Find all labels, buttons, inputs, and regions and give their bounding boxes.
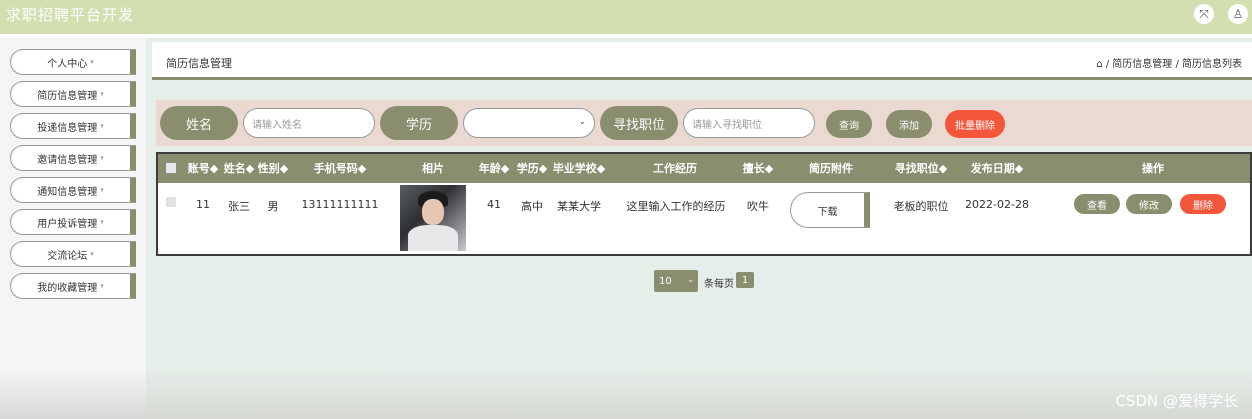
breadcrumb: ⌂ / 简历信息管理 / 简历信息列表	[1096, 59, 1242, 70]
add-button[interactable]: 添加	[886, 110, 932, 138]
select-all-checkbox[interactable]	[166, 163, 176, 173]
chevron-down-icon: ⌄	[687, 275, 694, 284]
cell-date: 2022-02-28	[965, 198, 1029, 211]
chevron-down-icon: ⌄	[578, 117, 586, 127]
sidebar: 个人中心 ▾ 简历信息管理 ▾ 投递信息管理 ▾ 邀请信息管理 ▾ 通知信息管理 ▾ 用户…	[0, 38, 146, 419]
sidebar-item-invitation[interactable]: 邀请信息管理 ▾	[10, 145, 136, 171]
chevron-down-icon: ▾	[100, 154, 104, 162]
education-label: 学历	[380, 106, 458, 140]
cell-experience: 这里输入工作的经历	[626, 200, 726, 213]
col-photo: 相片	[422, 162, 444, 175]
view-button[interactable]: 查看	[1074, 194, 1120, 214]
sidebar-item-notification[interactable]: 通知信息管理 ▾	[10, 177, 136, 203]
col-experience: 工作经历	[653, 162, 697, 175]
cell-name: 张三	[228, 200, 250, 213]
education-select[interactable]: ⌄	[463, 108, 595, 138]
chevron-down-icon: ▾	[100, 90, 104, 98]
chevron-down-icon: ▾	[100, 282, 104, 290]
cell-age: 41	[487, 198, 501, 211]
col-attachment: 简历附件	[809, 162, 853, 175]
chevron-down-icon: ▾	[90, 58, 94, 66]
cell-job: 老板的职位	[893, 200, 949, 213]
col-education[interactable]: 学历◆	[514, 154, 550, 183]
col-account[interactable]: 账号◆	[186, 154, 220, 183]
edit-button[interactable]: 修改	[1126, 194, 1172, 214]
delete-button[interactable]: 删除	[1180, 194, 1226, 214]
per-page-label: 条每页	[704, 279, 734, 290]
col-name[interactable]: 姓名◆	[222, 154, 256, 183]
table-header: 账号◆ 姓名◆ 性别◆ 手机号码◆ 相片 年龄◆ 学历◆ 毕业学校◆ 工作经历 …	[158, 154, 1250, 183]
fullscreen-icon[interactable]: ⤧	[1194, 4, 1214, 24]
sidebar-item-delivery[interactable]: 投递信息管理 ▾	[10, 113, 136, 139]
col-age[interactable]: 年龄◆	[474, 154, 514, 183]
page-header: 简历信息管理 ⌂ / 简历信息管理 / 简历信息列表	[152, 42, 1252, 80]
download-button[interactable]: 下载	[790, 192, 870, 228]
watermark: CSDN @爱得学长	[1115, 392, 1238, 410]
sidebar-item-forum[interactable]: 交流论坛 ▾	[10, 241, 136, 267]
name-label: 姓名	[160, 106, 238, 140]
search-panel: 姓名 请输入姓名 学历 ⌄ 寻找职位 请输入寻找职位 查询 添加 批量删除	[156, 100, 1252, 146]
photo-thumbnail[interactable]	[400, 185, 466, 251]
col-actions: 操作	[1142, 162, 1164, 175]
app-title: 求职招聘平台开发	[6, 6, 135, 24]
main-content: 简历信息管理 ⌂ / 简历信息管理 / 简历信息列表 姓名 请输入姓名 学历 ⌄…	[146, 38, 1252, 419]
sidebar-item-resume[interactable]: 简历信息管理 ▾	[10, 81, 136, 107]
name-search-input[interactable]: 请输入姓名	[243, 108, 375, 138]
page-title: 简历信息管理	[166, 57, 232, 70]
resume-table: 账号◆ 姓名◆ 性别◆ 手机号码◆ 相片 年龄◆ 学历◆ 毕业学校◆ 工作经历 …	[156, 152, 1252, 256]
col-gender[interactable]: 性别◆	[256, 154, 290, 183]
chevron-down-icon: ▾	[100, 122, 104, 130]
user-icon[interactable]: ♙	[1228, 4, 1248, 24]
col-phone[interactable]: 手机号码◆	[300, 154, 380, 183]
sidebar-item-favorites[interactable]: 我的收藏管理 ▾	[10, 273, 136, 299]
job-label: 寻找职位	[600, 106, 678, 140]
chevron-down-icon: ▾	[100, 218, 104, 226]
chevron-down-icon: ▾	[90, 250, 94, 258]
col-date[interactable]: 发布日期◆	[962, 154, 1032, 183]
cell-education: 高中	[521, 200, 543, 213]
col-school[interactable]: 毕业学校◆	[552, 154, 606, 183]
cell-school: 某某大学	[557, 200, 601, 213]
top-bar: 求职招聘平台开发 ⤧ ♙	[0, 0, 1252, 34]
row-checkbox[interactable]	[166, 197, 176, 207]
cell-skill: 吹牛	[747, 200, 769, 213]
cell-gender: 男	[267, 200, 279, 213]
chevron-down-icon: ▾	[100, 186, 104, 194]
cell-account: 11	[196, 198, 210, 211]
job-search-input[interactable]: 请输入寻找职位	[683, 108, 815, 138]
cell-phone: 13111111111	[301, 198, 379, 211]
sidebar-item-complaint[interactable]: 用户投诉管理 ▾	[10, 209, 136, 235]
col-skill[interactable]: 擅长◆	[738, 154, 778, 183]
sidebar-item-personal-center[interactable]: 个人中心 ▾	[10, 49, 136, 75]
query-button[interactable]: 查询	[826, 110, 872, 138]
page-size-select[interactable]: 10 ⌄	[654, 270, 698, 292]
batch-delete-button[interactable]: 批量删除	[945, 110, 1005, 138]
page-number-button[interactable]: 1	[736, 272, 754, 288]
col-job[interactable]: 寻找职位◆	[884, 154, 958, 183]
